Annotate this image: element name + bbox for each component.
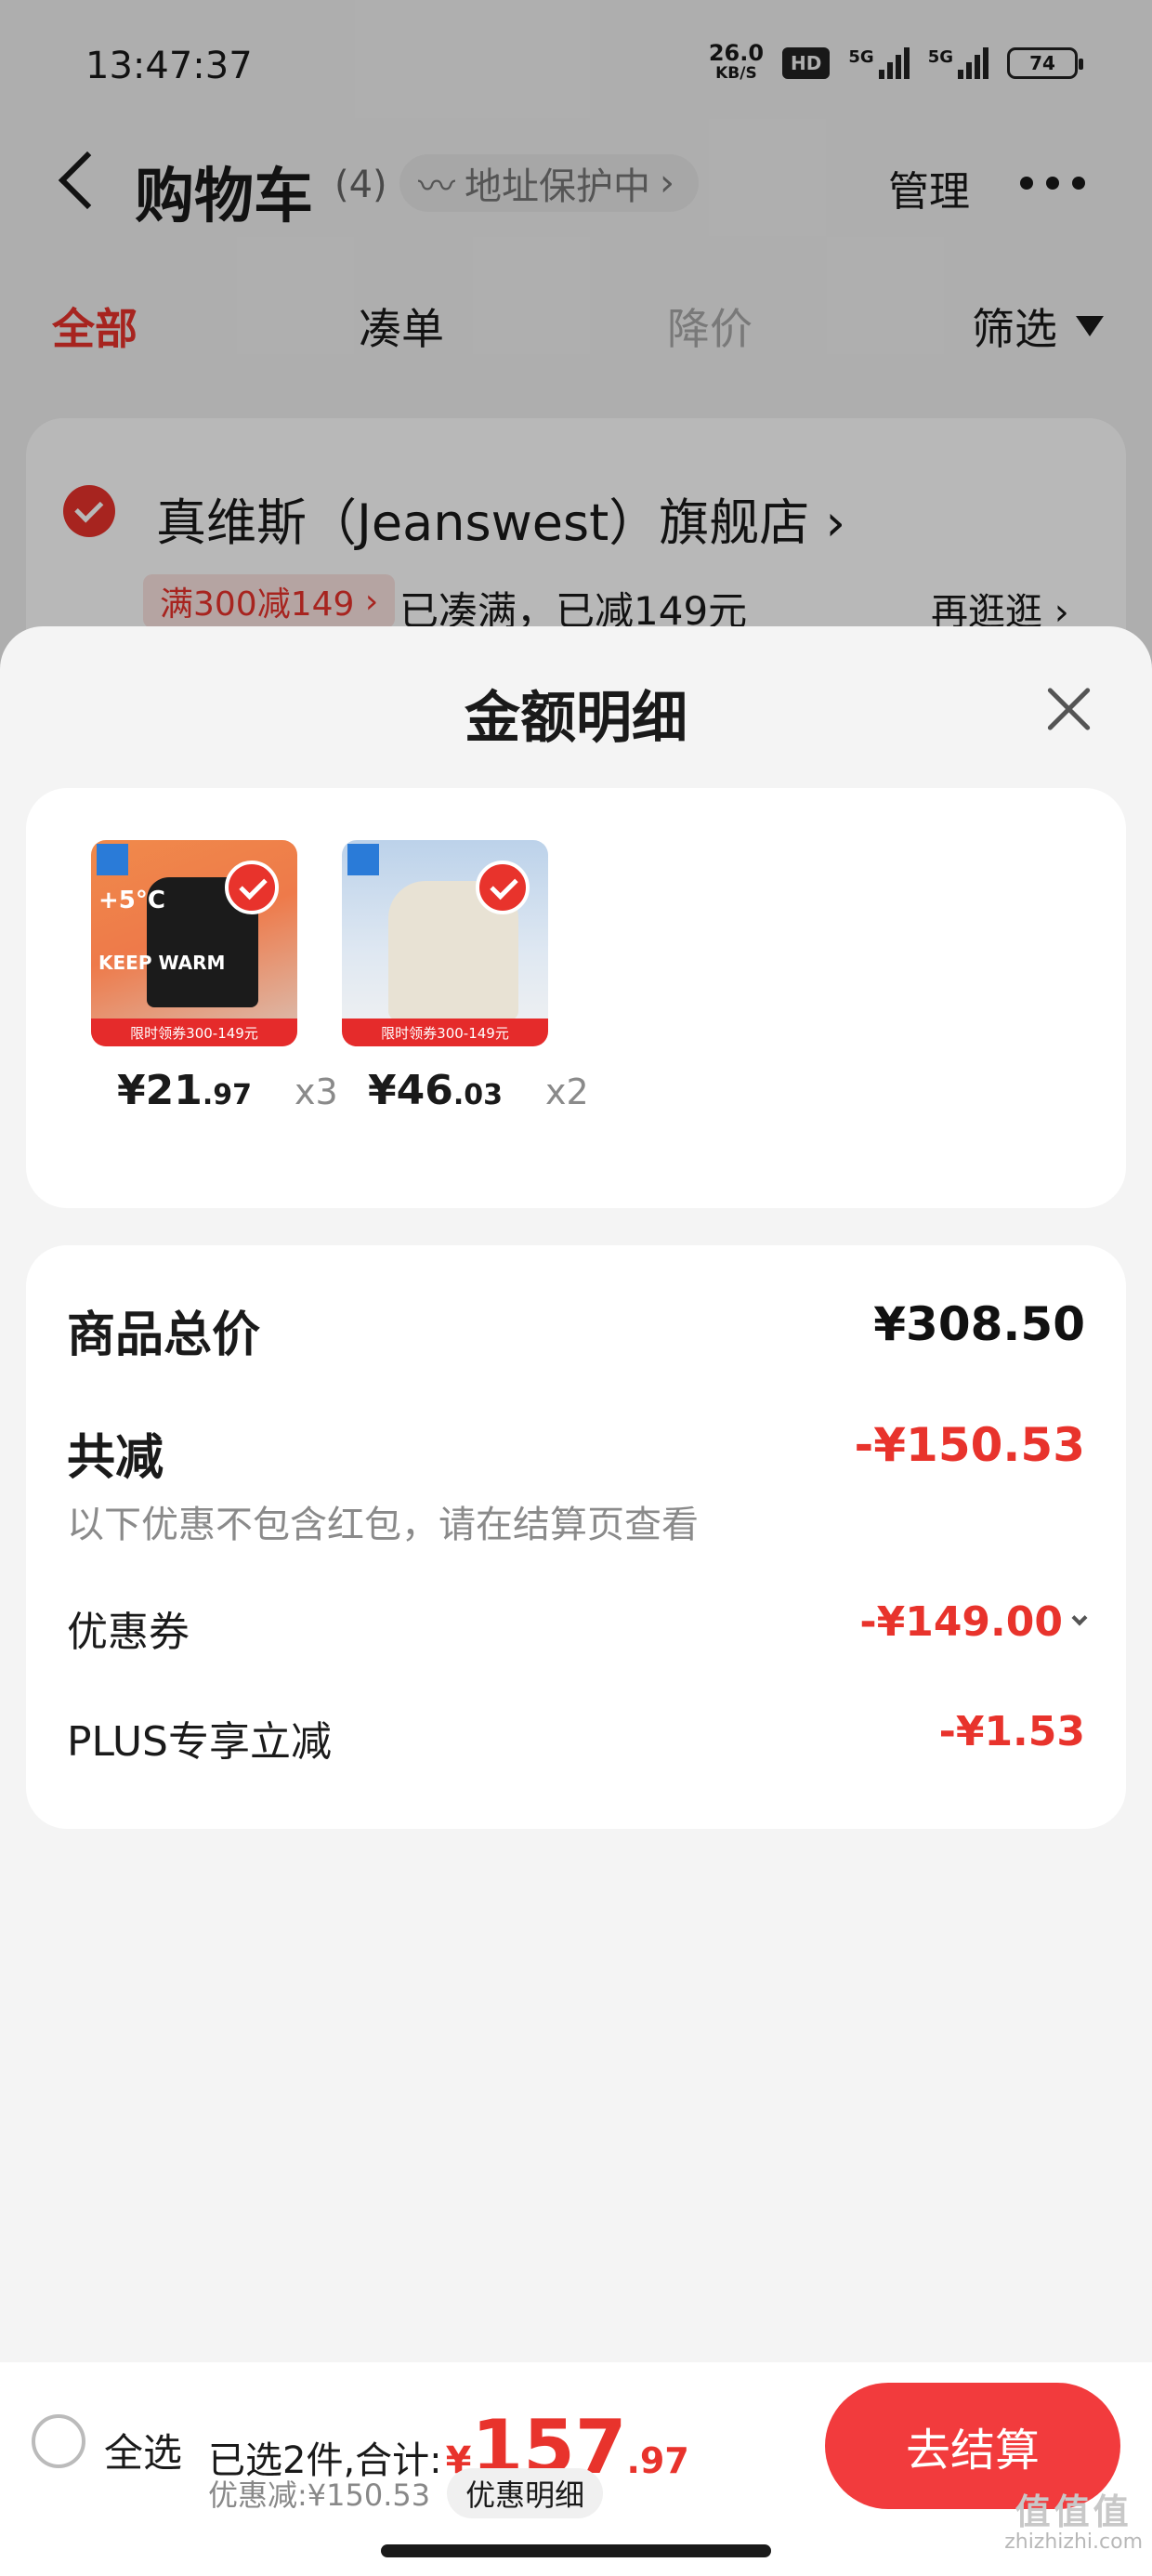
product-qty: x3 [295,1071,338,1112]
discount-line: 优惠减:¥150.53 优惠明细 [208,2468,604,2518]
product-image: 限时领券300-149元 [342,840,548,1046]
summary-card: 商品总价 ¥308.50 共减 -¥150.53 以下优惠不包含红包，请在结算页… [26,1245,1126,1829]
selected-check-icon [476,861,530,914]
product-image: +5°C KEEP WARM 限时领券300-149元 [91,840,297,1046]
chevron-down-icon [1071,1610,1088,1625]
discount-amount: 优惠减:¥150.53 [208,2477,431,2513]
goods-total-amount: ¥308.50 [873,1297,1085,1351]
plus-discount-amount: -¥1.53 [938,1708,1085,1755]
amount-detail-sheet: 金额明细 +5°C KEEP WARM 限时领券300-149元 限时领券300… [0,626,1152,2576]
close-icon[interactable] [1041,680,1098,738]
coupon-band: 限时领券300-149元 [342,1019,548,1046]
coupon-label: 优惠券 [67,1609,190,1656]
watermark: 值值值 zhizhizhi.com [1004,2491,1143,2554]
checkout-button[interactable]: 去结算 [825,2383,1120,2509]
product-price: ¥21.97 [117,1067,253,1114]
coupon-band: 限时领券300-149元 [91,1019,297,1046]
selected-check-icon [225,861,279,914]
brand-logo [97,844,128,875]
product-qty: x2 [545,1071,589,1112]
reduce-total-amount: -¥150.53 [854,1418,1086,1472]
reduce-label: 共减 [67,1430,164,1486]
product-price-row: ¥46.03 x2 [368,1067,589,1114]
product-price: ¥46.03 [368,1067,504,1114]
select-all-label[interactable]: 全选 [104,2422,182,2478]
product-item[interactable]: 限时领券300-149元 [342,840,552,1046]
checkout-bar: 全选 已选2件,合计: ¥ 157 .97 优惠减:¥150.53 优惠明细 去… [0,2362,1152,2576]
discount-detail-button[interactable]: 优惠明细 [447,2468,604,2518]
product-price-row: ¥21.97 x3 [117,1067,338,1114]
sheet-title: 金额明细 [465,686,687,751]
goods-card: +5°C KEEP WARM 限时领券300-149元 限时领券300-149元… [26,788,1126,1208]
discount-note: 以下优惠不包含红包，请在结算页查看 [67,1504,699,1546]
plus-discount-label: PLUS专享立减 [67,1718,332,1766]
coupon-amount[interactable]: -¥149.00 [859,1598,1088,1646]
select-all-radio[interactable] [32,2414,85,2468]
home-indicator[interactable] [381,2544,771,2557]
brand-logo [347,844,379,875]
product-item[interactable]: +5°C KEEP WARM 限时领券300-149元 [91,840,301,1046]
goods-total-label: 商品总价 [67,1308,261,1363]
